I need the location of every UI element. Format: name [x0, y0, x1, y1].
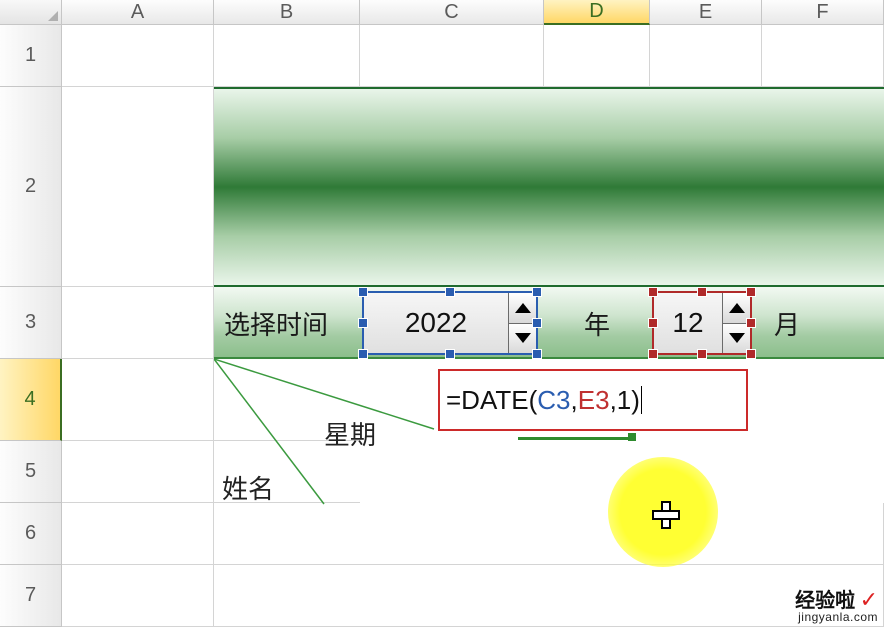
formula-ref-C3: C3 [537, 385, 570, 416]
cell-A3[interactable] [62, 287, 214, 359]
col-header-F[interactable]: F [762, 0, 884, 25]
cell-row7[interactable] [214, 565, 884, 627]
cell-C1[interactable] [360, 25, 544, 87]
cell-A6[interactable] [62, 503, 214, 565]
cell-E1[interactable] [650, 25, 762, 87]
cell-selection-cursor-icon [652, 501, 678, 527]
chevron-up-icon [729, 303, 745, 313]
text-cursor [641, 386, 642, 414]
col-header-C[interactable]: C [360, 0, 544, 25]
chevron-down-icon [515, 333, 531, 343]
select-all-corner[interactable] [0, 0, 62, 25]
watermark: 经验啦 ✓ jingyanla.com [795, 589, 878, 623]
label-month-unit: 月 [762, 287, 884, 359]
cell-D1[interactable] [544, 25, 650, 87]
row-header-2[interactable]: 2 [0, 87, 62, 287]
row-header-6[interactable]: 6 [0, 503, 62, 565]
col-header-B[interactable]: B [214, 0, 360, 25]
label-select-time: 选择时间 [214, 287, 360, 359]
cell-row6[interactable] [214, 503, 884, 565]
cell-bottom-border-indicator [518, 437, 630, 440]
formula-ref-E3: E3 [578, 385, 610, 416]
watermark-url: jingyanla.com [795, 611, 878, 623]
row-header-4[interactable]: 4 [0, 359, 62, 441]
formula-comma1: , [571, 385, 578, 416]
col-header-A[interactable]: A [62, 0, 214, 25]
cell-A7[interactable] [62, 565, 214, 627]
year-spinner-value: 2022 [364, 293, 508, 353]
title-banner[interactable] [214, 87, 884, 287]
fill-handle[interactable] [628, 433, 636, 441]
cell-A4[interactable] [62, 359, 214, 441]
row-header-3[interactable]: 3 [0, 287, 62, 359]
chevron-down-icon [729, 333, 745, 343]
row-header-column: 1 2 3 4 5 6 7 [0, 25, 62, 627]
cell-A1[interactable] [62, 25, 214, 87]
cell-B1[interactable] [214, 25, 360, 87]
month-spinner-value: 12 [654, 293, 722, 353]
column-header-row: A B C D E F [0, 0, 884, 25]
label-weekday: 星期 [324, 415, 376, 452]
cell-A5[interactable] [62, 441, 214, 503]
col-header-D[interactable]: D [544, 0, 650, 25]
label-year-unit: 年 [544, 287, 650, 359]
year-spinner[interactable]: 2022 [362, 291, 538, 355]
row-header-1[interactable]: 1 [0, 25, 62, 87]
active-cell-formula-editor[interactable]: =DATE(C3,E3,1) [438, 369, 748, 431]
month-spinner[interactable]: 12 [652, 291, 752, 355]
row-header-5[interactable]: 5 [0, 441, 62, 503]
cell-A2[interactable] [62, 87, 214, 287]
check-icon: ✓ [860, 587, 878, 612]
spreadsheet-viewport: A B C D E F 1 2 3 4 5 6 7 选择 [0, 0, 884, 627]
formula-suffix: ) [631, 385, 640, 416]
col-header-E[interactable]: E [650, 0, 762, 25]
cell-F1[interactable] [762, 25, 884, 87]
formula-comma2: , [610, 385, 617, 416]
label-name: 姓名 [222, 469, 274, 506]
watermark-text: 经验啦 [795, 590, 855, 612]
chevron-up-icon [515, 303, 531, 313]
formula-fn-prefix: =DATE( [446, 385, 537, 416]
cell-grid: 选择时间 年 月 2022 12 [62, 25, 884, 627]
formula-arg3: 1 [617, 385, 631, 416]
row-header-7[interactable]: 7 [0, 565, 62, 627]
